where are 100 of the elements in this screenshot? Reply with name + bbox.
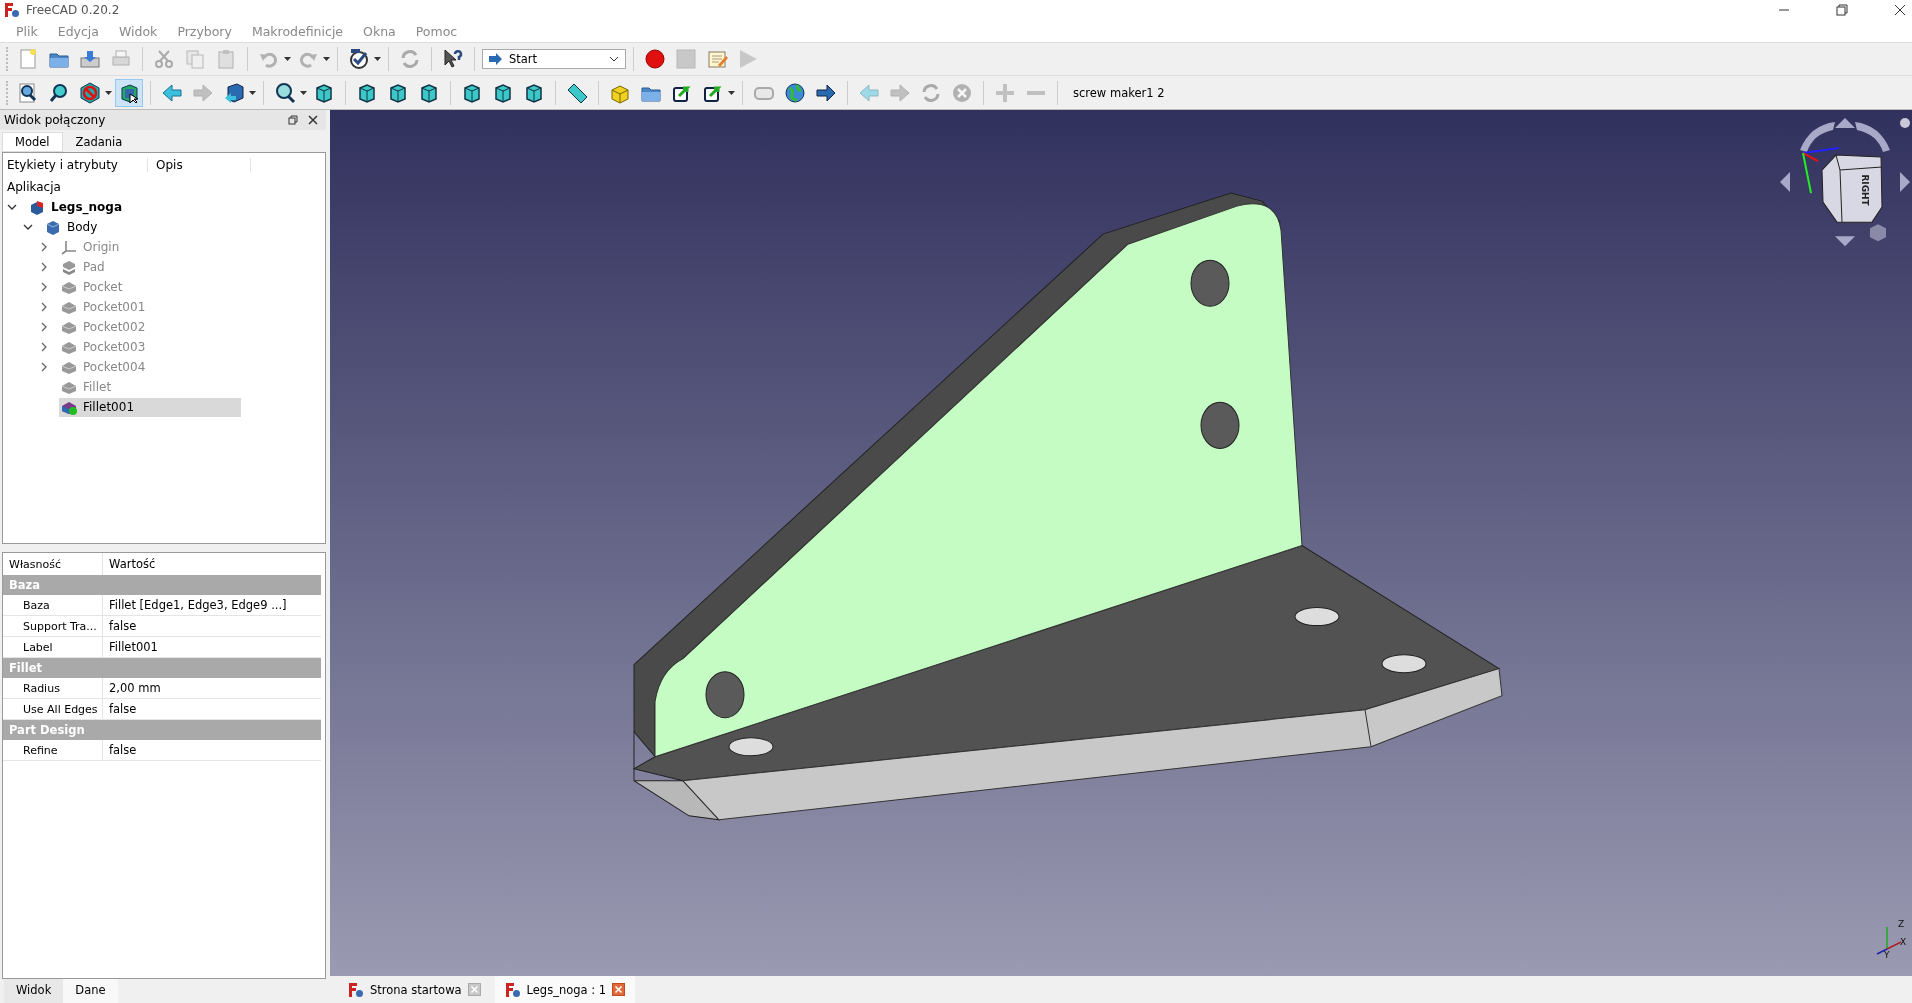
save-icon[interactable] <box>79 48 101 70</box>
navigation-cube-drawing[interactable] <box>1821 154 1883 223</box>
axis-label: Y <box>1884 949 1890 960</box>
property-value[interactable]: false <box>103 702 137 716</box>
feature-icon <box>61 319 77 335</box>
record-icon[interactable] <box>644 48 666 70</box>
cube-icon[interactable] <box>461 81 483 104</box>
chevron-down-icon[interactable] <box>7 202 17 212</box>
document-tab[interactable]: Strona startowa <box>338 976 491 1003</box>
caret-icon[interactable] <box>323 57 330 61</box>
app-icon <box>348 981 364 998</box>
tree-item[interactable]: Pocket002 <box>59 317 241 337</box>
property-name: Refine <box>3 740 103 760</box>
property-value[interactable]: false <box>103 743 137 757</box>
document-icon <box>29 199 45 215</box>
tree-item[interactable]: Origin <box>59 237 241 257</box>
globe-icon[interactable] <box>784 81 806 104</box>
caret-icon[interactable] <box>728 90 735 95</box>
float-icon[interactable] <box>288 115 298 125</box>
cube-icon[interactable] <box>523 81 545 104</box>
tree-item[interactable]: Pad <box>59 257 241 277</box>
tab[interactable]: Dane <box>63 979 118 1003</box>
column-header[interactable]: Wartość <box>103 557 156 571</box>
menu-item[interactable]: Makrodefinicje <box>241 23 354 39</box>
close-icon[interactable] <box>308 115 318 125</box>
feature-icon <box>61 399 77 415</box>
tab[interactable]: Model <box>2 132 63 152</box>
close-icon[interactable] <box>1894 4 1906 16</box>
property-name: Baza <box>3 595 103 615</box>
menu-item[interactable]: Edycja <box>47 23 109 39</box>
box-icon[interactable] <box>223 81 245 104</box>
menu-dot-icon[interactable] <box>1900 118 1910 128</box>
chevron-right-icon[interactable] <box>39 362 49 372</box>
bracket-model-drawing[interactable] <box>633 192 1503 821</box>
menu-item[interactable]: Plik <box>6 23 48 39</box>
property-name: Radius <box>3 678 103 698</box>
property-value[interactable]: false <box>103 619 137 633</box>
pad-icon <box>61 259 77 275</box>
property-name: Support Tra... <box>3 616 103 636</box>
checkmark-icon[interactable] <box>348 48 370 70</box>
menu-item[interactable]: Pomoc <box>405 23 468 39</box>
document-tab[interactable]: Legs_noga : 1 <box>494 976 636 1003</box>
zoom-icon[interactable] <box>274 81 296 104</box>
feature-icon <box>61 379 77 395</box>
cube-face-label: RIGHT <box>1860 174 1870 206</box>
caret-icon[interactable] <box>300 90 307 95</box>
back-arrow-icon[interactable] <box>161 81 183 104</box>
tab[interactable]: Zadania <box>62 132 136 152</box>
chevron-right-icon[interactable] <box>39 262 49 272</box>
chevron-right-icon[interactable] <box>39 342 49 352</box>
chevron-right-icon[interactable] <box>39 282 49 292</box>
cube-icon[interactable] <box>356 81 378 104</box>
fit-all-icon[interactable] <box>17 81 39 104</box>
menu-item[interactable]: Okna <box>353 23 406 39</box>
restore-icon[interactable] <box>1836 4 1848 16</box>
property-value[interactable]: Fillet [Edge1, Edge3, Edge9 ...] <box>103 598 287 612</box>
chevron-down-icon[interactable] <box>23 222 33 232</box>
menu-item[interactable]: Widok <box>109 23 168 39</box>
app-icon <box>504 981 521 998</box>
notepad-icon[interactable] <box>706 48 728 70</box>
tree-item[interactable]: Body <box>43 217 225 237</box>
pointer-question-icon[interactable] <box>442 48 464 70</box>
panel-title: Widok połączony <box>4 113 106 127</box>
axis-label: Z <box>1898 918 1905 929</box>
tab[interactable]: Widok <box>4 979 64 1003</box>
arrow-icon <box>489 53 503 65</box>
tree-item[interactable]: Pocket003 <box>59 337 241 357</box>
magnifier-icon[interactable] <box>48 81 70 104</box>
tree-item[interactable]: Pocket001 <box>59 297 241 317</box>
cube-icon[interactable] <box>418 81 440 104</box>
ruler-icon[interactable] <box>566 81 588 104</box>
tree-item[interactable]: Legs_noga <box>27 197 209 217</box>
chevron-right-icon[interactable] <box>39 302 49 312</box>
column-header[interactable]: Etykiety i atrybuty <box>3 158 148 172</box>
tree-item[interactable]: Pocket <box>59 277 241 297</box>
cube-icon[interactable] <box>492 81 514 104</box>
feature-icon <box>61 279 77 295</box>
tree-item[interactable]: Fillet001 <box>59 397 241 417</box>
cube-icon[interactable] <box>387 81 409 104</box>
property-value[interactable]: 2,00 mm <box>103 681 161 695</box>
tree-item[interactable]: Fillet <box>59 377 241 397</box>
tree-item[interactable]: Pocket004 <box>59 357 241 377</box>
body-icon <box>45 219 61 235</box>
property-name: Use All Edges <box>3 699 103 719</box>
menu-item[interactable]: Przybory <box>167 23 242 39</box>
axes-icon <box>61 239 77 255</box>
caret-icon[interactable] <box>284 57 291 61</box>
navigation-arrows-drawing[interactable] <box>1780 118 1910 247</box>
cube-icon[interactable] <box>313 81 335 104</box>
macro-label: screw maker1 2 <box>1072 85 1165 100</box>
caret-icon[interactable] <box>374 57 381 61</box>
caret-icon[interactable] <box>105 90 112 95</box>
workbench-dropdown[interactable]: Start <box>482 49 626 69</box>
chevron-right-icon[interactable] <box>39 242 49 252</box>
property-value[interactable]: Fillet001 <box>103 640 158 654</box>
no-entry-icon[interactable] <box>79 81 101 104</box>
window-title: FreeCAD 0.20.2 <box>26 3 120 17</box>
chevron-right-icon[interactable] <box>39 322 49 332</box>
column-header[interactable]: Opis <box>148 158 251 172</box>
caret-icon[interactable] <box>249 90 256 95</box>
